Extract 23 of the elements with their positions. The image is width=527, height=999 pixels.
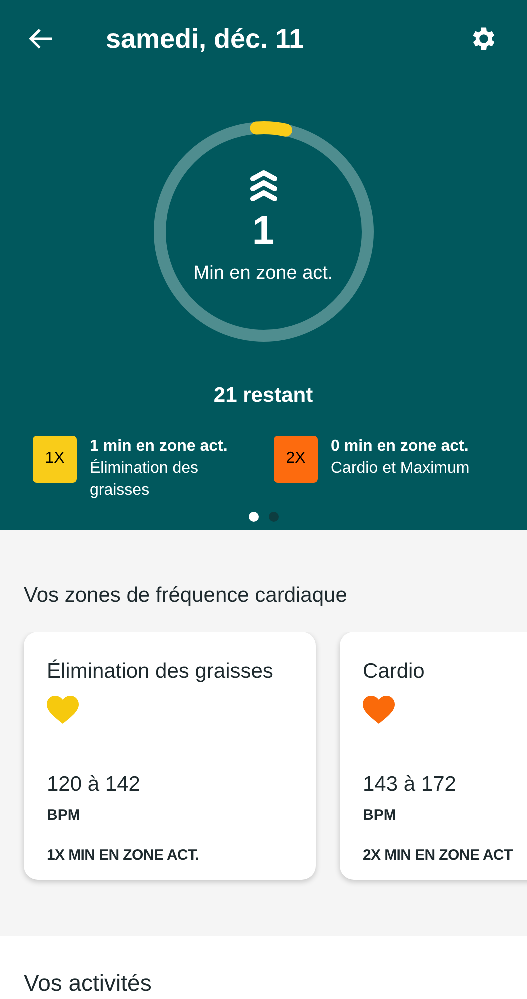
remaining-text: 21 restant [214, 383, 314, 409]
bpm-unit: BPM [363, 806, 398, 826]
zone-name: Élimination des graisses [90, 458, 200, 500]
screen-title: samedi, déc. 11 [106, 22, 304, 56]
zone-title: Cardio [363, 658, 426, 684]
active-minutes-value: 1 [252, 208, 275, 254]
multiplier-badge: 1X [33, 436, 77, 482]
zone-card[interactable]: Élimination des graisses 120 à 142 BPM 1X MIN EN ZONE ACT. [24, 632, 316, 880]
zone-name: Cardio et Maximum [331, 458, 470, 478]
bpm-range: 143 à 172 [363, 772, 458, 798]
section-title: Vos activités [24, 970, 152, 996]
zone-minutes: 1 min en zone act. [90, 436, 229, 456]
section-title: Vos zones de fréquence cardiaque [24, 584, 348, 607]
bpm-range: 120 à 142 [47, 772, 142, 798]
zone-multiplier: 2X MIN EN ZONE ACT [363, 846, 514, 866]
back-icon[interactable] [28, 27, 54, 51]
multiplier-badge: 2X [274, 436, 318, 482]
active-minutes-label: Min en zone act. [194, 262, 334, 286]
zone-minutes: 0 min en zone act. [331, 436, 470, 456]
bpm-unit: BPM [47, 806, 82, 826]
zone-title: Élimination des graisses [47, 658, 274, 684]
zone-multiplier: 1X MIN EN ZONE ACT. [47, 846, 200, 866]
zone-card[interactable]: Cardio 143 à 172 BPM 2X MIN EN ZONE ACT [340, 632, 527, 880]
